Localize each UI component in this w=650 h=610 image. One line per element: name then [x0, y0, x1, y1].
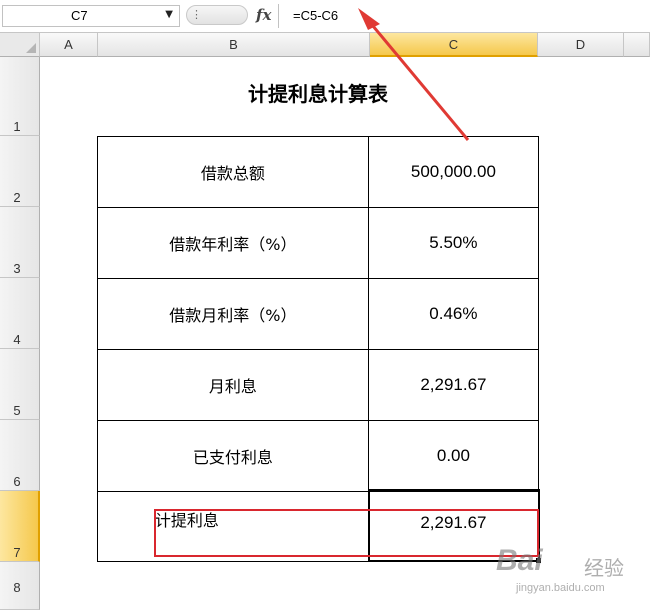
baidu-watermark: Bai 经验 jingyan.baidu.com	[496, 538, 626, 604]
watermark-text: 经验	[584, 556, 624, 580]
watermark-url: jingyan.baidu.com	[516, 582, 605, 594]
annotation-arrow	[358, 8, 470, 141]
watermark-logo: Bai	[496, 544, 543, 577]
